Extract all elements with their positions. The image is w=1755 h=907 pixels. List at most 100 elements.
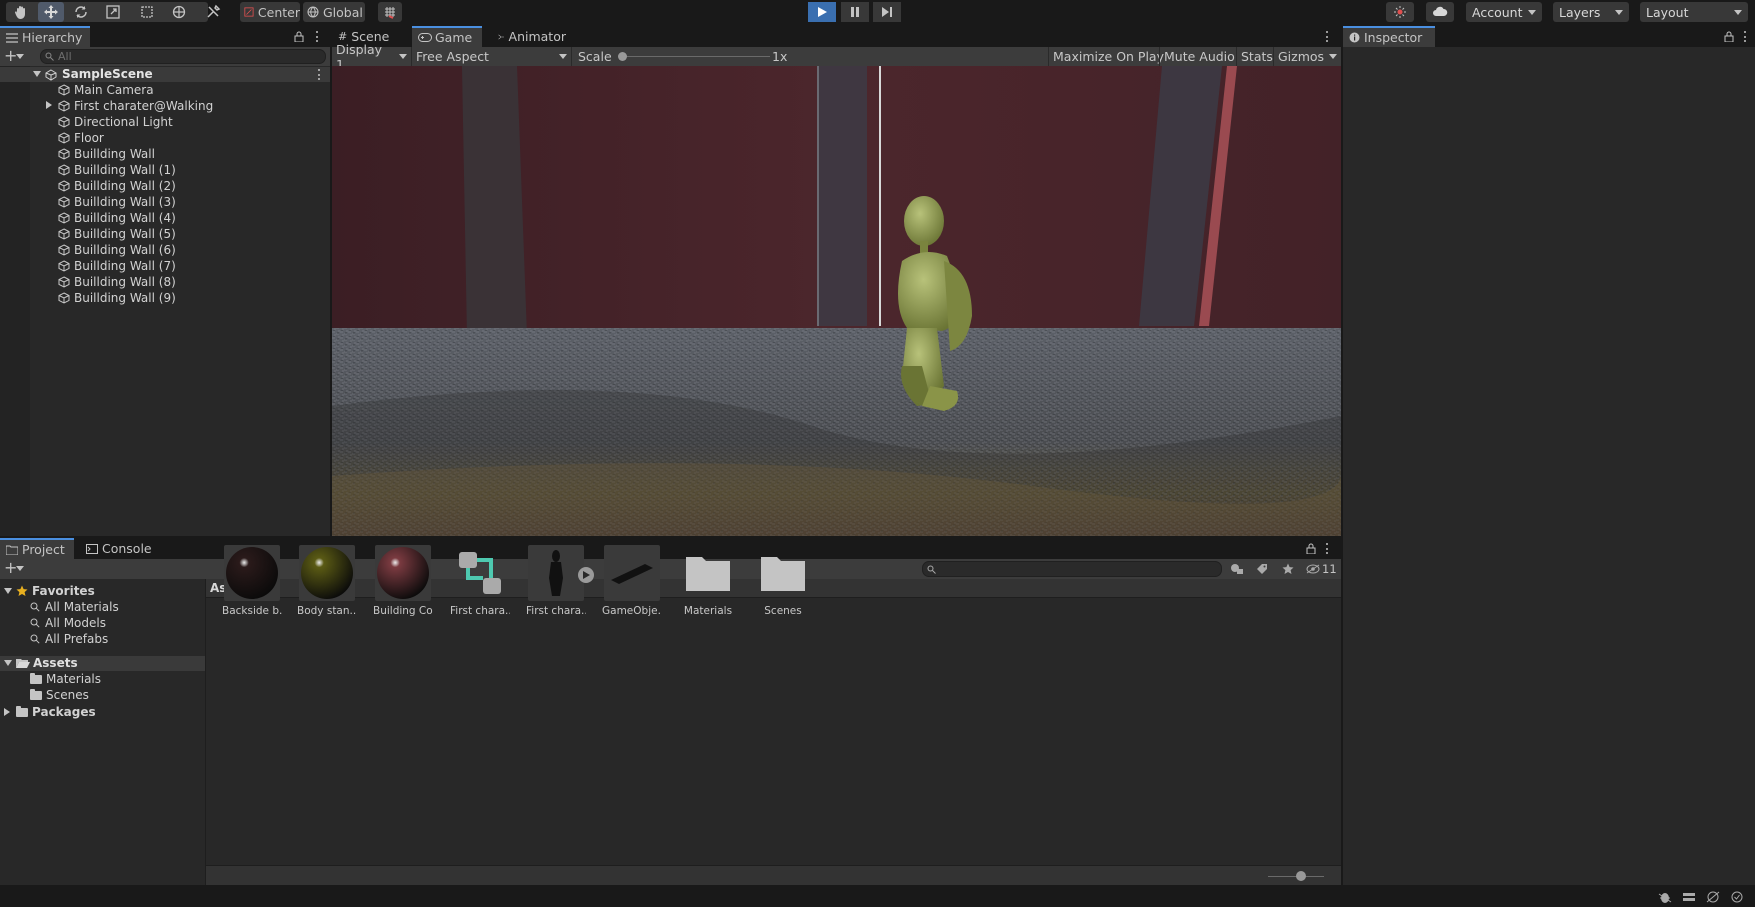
tab-game[interactable]: Game [412, 26, 482, 47]
bug-icon[interactable] [1658, 891, 1672, 903]
lock-icon[interactable] [1306, 543, 1316, 554]
cache-icon[interactable] [1682, 891, 1696, 903]
inspector-menu-icon[interactable] [1744, 31, 1747, 42]
scale-tool-button[interactable] [100, 2, 126, 22]
hierarchy-item[interactable]: Buillding Wall (4) [0, 210, 330, 225]
asset-thumbnail [375, 545, 431, 601]
space-global-toggle[interactable]: Global [303, 2, 365, 22]
grid-snap-button[interactable] [378, 2, 402, 22]
asset-thumbnail [755, 545, 811, 601]
rect-tool-button[interactable] [134, 2, 160, 22]
hand-tool-button[interactable] [8, 2, 34, 22]
hierarchy-item[interactable]: Buillding Wall (9) [0, 290, 330, 305]
layout-label: Layout [1646, 4, 1689, 20]
check-circle-icon[interactable] [1730, 891, 1744, 903]
favorite-star-icon[interactable] [1282, 563, 1294, 575]
favorite-search-item[interactable]: All Materials [30, 600, 119, 614]
hierarchy-search-input[interactable]: All [40, 49, 326, 64]
hierarchy-item[interactable]: Buillding Wall (8) [0, 274, 330, 289]
search-icon [927, 565, 936, 574]
project-tab-label: Project [22, 542, 65, 557]
asset-item[interactable]: First chara... [450, 545, 510, 617]
packages-row[interactable]: Packages [4, 705, 96, 719]
asset-folder-item[interactable]: Materials [30, 672, 101, 686]
favorite-search-item[interactable]: All Prefabs [30, 632, 108, 646]
tab-hierarchy[interactable]: Hierarchy [0, 26, 90, 47]
rotate-icon [75, 6, 87, 18]
transform-tool-button[interactable] [166, 2, 192, 22]
network-off-icon[interactable] [1706, 891, 1720, 903]
hierarchy-menu-icon[interactable] [316, 31, 319, 42]
scene-row[interactable]: SampleScene [0, 67, 330, 82]
hierarchy-item[interactable]: Buillding Wall (2) [0, 178, 330, 193]
layers-dropdown[interactable]: Layers [1553, 2, 1629, 22]
hierarchy-item-label: First charater@Walking [74, 99, 214, 113]
cloud-button[interactable] [1426, 2, 1454, 22]
hierarchy-item[interactable]: First charater@Walking [0, 98, 330, 113]
scale-slider-track[interactable] [622, 56, 770, 57]
mute-audio-toggle[interactable]: Mute Audio [1159, 47, 1239, 66]
asset-item[interactable]: GameObje... [602, 545, 662, 617]
step-button[interactable] [873, 2, 901, 22]
scale-slider-handle[interactable] [618, 52, 627, 61]
asset-folder-item[interactable]: Scenes [30, 688, 89, 702]
hierarchy-item[interactable]: Buillding Wall (1) [0, 162, 330, 177]
collab-button[interactable] [1386, 2, 1414, 22]
assets-root-row[interactable]: Assets [0, 656, 205, 671]
icon-size-slider-handle[interactable] [1296, 871, 1306, 881]
tab-console[interactable]: Console [80, 538, 160, 559]
gameobject-cube-icon [58, 84, 70, 96]
hierarchy-item[interactable]: Buillding Wall (3) [0, 194, 330, 209]
asset-item[interactable]: Materials [678, 545, 738, 617]
account-dropdown[interactable]: Account [1466, 2, 1542, 22]
aspect-dropdown[interactable]: Free Aspect [412, 47, 572, 66]
play-button[interactable] [808, 2, 836, 22]
gameobject-cube-icon [58, 132, 70, 144]
stats-toggle[interactable]: Stats [1236, 47, 1277, 66]
move-tool-button[interactable] [38, 2, 64, 22]
lock-icon[interactable] [1724, 31, 1734, 42]
lock-icon[interactable] [294, 31, 304, 42]
pivot-center-toggle[interactable]: Center [240, 2, 300, 22]
hierarchy-item[interactable]: Buillding Wall [0, 146, 330, 161]
layout-dropdown[interactable]: Layout [1640, 2, 1748, 22]
hierarchy-item[interactable]: Main Camera [0, 82, 330, 97]
tab-project[interactable]: Project [0, 538, 74, 559]
project-menu-icon[interactable] [1326, 543, 1329, 554]
chevron-down-icon[interactable] [16, 566, 24, 571]
asset-item[interactable]: Scenes [753, 545, 813, 617]
asset-item[interactable]: First chara... [526, 545, 594, 617]
hierarchy-item[interactable]: Floor [0, 130, 330, 145]
chevron-down-icon [1734, 9, 1742, 15]
favorites-row[interactable]: Favorites [4, 584, 95, 598]
tab-inspector[interactable]: Inspector [1343, 26, 1435, 47]
favorite-search-item[interactable]: All Models [30, 616, 106, 630]
asset-item[interactable]: Building Co... [373, 545, 433, 617]
project-search-input[interactable] [922, 561, 1222, 577]
chevron-down-icon[interactable] [16, 54, 24, 59]
search-by-type-icon[interactable] [1230, 563, 1244, 575]
project-footer [206, 865, 1341, 885]
asset-item[interactable]: Backside b... [222, 545, 282, 617]
game-viewport[interactable] [332, 66, 1341, 536]
hierarchy-item[interactable]: Directional Light [0, 114, 330, 129]
gizmos-dropdown[interactable]: Gizmos [1273, 47, 1341, 66]
expand-play-icon[interactable] [578, 567, 594, 583]
assets-root-label: Assets [33, 656, 78, 670]
hidden-packages-icon[interactable] [1306, 564, 1320, 574]
asset-thumbnail [224, 545, 280, 601]
hierarchy-item[interactable]: Buillding Wall (7) [0, 258, 330, 273]
maximize-on-play-toggle[interactable]: Maximize On Play [1048, 47, 1168, 66]
asset-item[interactable]: Body stan... [297, 545, 357, 617]
label-tag-icon[interactable] [1256, 563, 1268, 575]
game-menu-icon[interactable] [1326, 31, 1329, 42]
scene-menu-icon[interactable] [318, 69, 321, 80]
pause-button[interactable] [841, 2, 869, 22]
hierarchy-item[interactable]: Buillding Wall (5) [0, 226, 330, 241]
hierarchy-item[interactable]: Buillding Wall (6) [0, 242, 330, 257]
rotate-tool-button[interactable] [68, 2, 94, 22]
custom-tool-button[interactable] [200, 2, 226, 22]
tab-animator[interactable]: Animator [492, 26, 572, 47]
hierarchy-item-label: Buillding Wall (8) [74, 275, 176, 289]
display-dropdown[interactable]: Display 1 [332, 42, 412, 72]
